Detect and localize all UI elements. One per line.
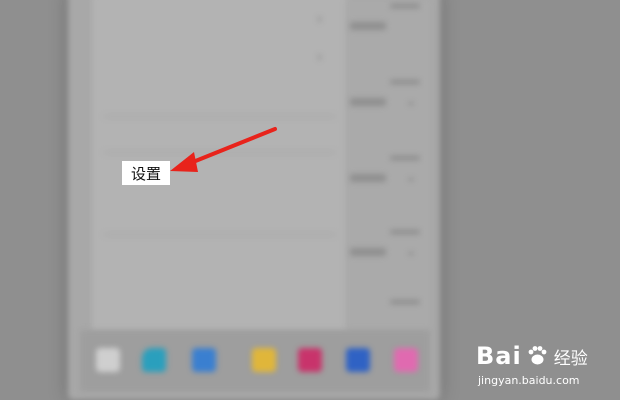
watermark-brand: Bai <box>476 342 522 370</box>
baidu-watermark: Bai 经验 <box>476 342 588 370</box>
paw-icon <box>528 346 547 365</box>
watermark-suffix: 经验 <box>553 348 588 369</box>
watermark-url: jingyan.baidu.com <box>478 374 580 387</box>
annotation-arrow <box>170 127 277 172</box>
